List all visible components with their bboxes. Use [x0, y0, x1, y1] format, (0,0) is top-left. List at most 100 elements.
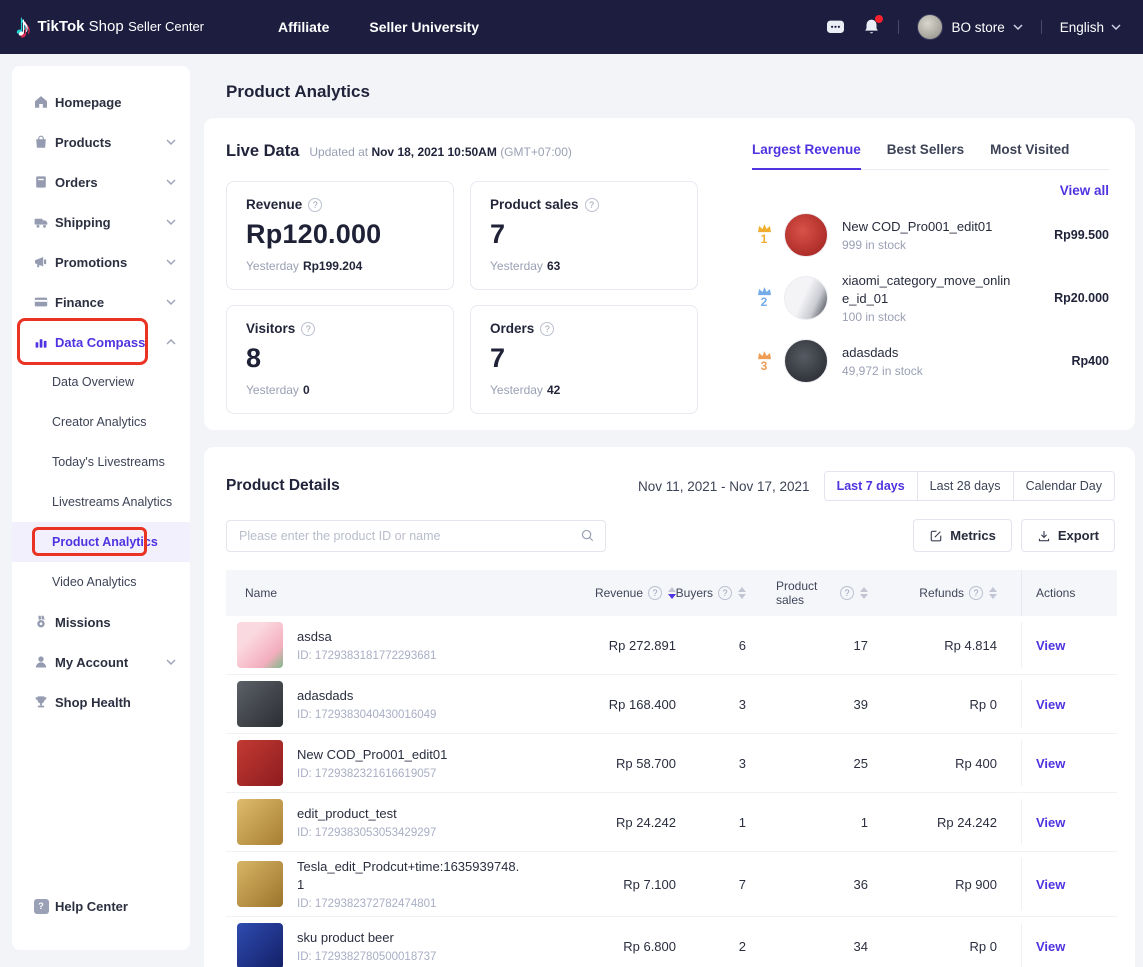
sidebar-subitem-data-overview[interactable]: Data Overview	[12, 362, 190, 402]
range-calendar-day-button[interactable]: Calendar Day	[1013, 472, 1114, 500]
revenue-cell: Rp 168.400	[526, 697, 676, 712]
sidebar-item-shipping[interactable]: Shipping	[12, 202, 190, 242]
tab-largest-revenue[interactable]: Largest Revenue	[752, 142, 861, 170]
view-link[interactable]: View	[1036, 638, 1065, 653]
product-details-title: Product Details	[226, 477, 340, 495]
tab-best-sellers[interactable]: Best Sellers	[887, 142, 964, 169]
sidebar-item-homepage[interactable]: Homepage	[12, 82, 190, 122]
view-link[interactable]: View	[1036, 877, 1065, 892]
table-row: New COD_Pro001_edit01 ID: 17293823216166…	[226, 734, 1117, 793]
ranking-item[interactable]: 1 New COD_Pro001_edit01 999 in stock Rp9…	[752, 213, 1109, 257]
product-id: ID: 1729383040430016049	[297, 709, 436, 721]
layout: Homepage Products Orders Shipping Promot…	[0, 54, 1143, 967]
question-circle-icon[interactable]: ?	[308, 198, 322, 212]
stat-value: 7	[490, 343, 678, 374]
sidebar-item-orders[interactable]: Orders	[12, 162, 190, 202]
chat-icon[interactable]	[826, 19, 845, 36]
column-header-actions: Actions	[1021, 570, 1117, 616]
column-header-product-sales[interactable]: Product sales?	[776, 570, 896, 616]
topbar-nav: Affiliate Seller University	[278, 19, 479, 35]
revenue-cell: Rp 24.242	[526, 815, 676, 830]
refunds-cell: Rp 0	[896, 697, 1021, 712]
sidebar-subitem-product-analytics[interactable]: Product Analytics	[12, 522, 190, 562]
column-header-revenue[interactable]: Revenue?	[526, 570, 676, 616]
export-button[interactable]: Export	[1021, 519, 1115, 552]
sidebar-subitem-creator-analytics[interactable]: Creator Analytics	[12, 402, 190, 442]
table-body: asdsa ID: 1729383181772293681 Rp 272.891…	[226, 616, 1117, 967]
view-all-link[interactable]: View all	[752, 183, 1109, 198]
nav-affiliate[interactable]: Affiliate	[278, 19, 329, 35]
sort-carets[interactable]	[738, 587, 746, 599]
product-stock: 999 in stock	[842, 238, 1012, 252]
person-icon	[33, 654, 49, 670]
product-cell: asdsa ID: 1729383181772293681	[226, 622, 526, 668]
sidebar-item-finance[interactable]: Finance	[12, 282, 190, 322]
notification-bell-icon[interactable]	[863, 18, 880, 36]
sidebar-item-data-compass[interactable]: Data Compass	[12, 322, 190, 362]
sort-carets[interactable]	[860, 587, 868, 599]
buyers-cell: 2	[676, 939, 776, 954]
sidebar-subitem-livestreams-analytics[interactable]: Livestreams Analytics	[12, 482, 190, 522]
sidebar-subitem-video-analytics[interactable]: Video Analytics	[12, 562, 190, 602]
range-last-7-days-button[interactable]: Last 7 days	[825, 472, 917, 500]
view-link[interactable]: View	[1036, 756, 1065, 771]
ranking-panel: Largest Revenue Best Sellers Most Visite…	[752, 142, 1109, 404]
range-last-28-days-button[interactable]: Last 28 days	[917, 472, 1013, 500]
metrics-button[interactable]: Metrics	[913, 519, 1012, 552]
column-label: Buyers	[676, 586, 713, 600]
ranking-item[interactable]: 3 adasdads 49,972 in stock Rp400	[752, 339, 1109, 383]
search-icon[interactable]	[580, 528, 595, 543]
store-menu[interactable]: BO store	[917, 14, 1022, 40]
medal-icon	[33, 614, 49, 630]
language-menu[interactable]: English	[1060, 20, 1121, 35]
export-label: Export	[1058, 528, 1099, 543]
ranking-item[interactable]: 2 xiaomi_category_move_online_id_01 100 …	[752, 272, 1109, 324]
sidebar-item-missions[interactable]: Missions	[12, 602, 190, 642]
sidebar-item-help-center[interactable]: ? Help Center	[12, 886, 190, 926]
view-link[interactable]: View	[1036, 939, 1065, 954]
column-header-buyers[interactable]: Buyers?	[676, 570, 776, 616]
sidebar-item-my-account[interactable]: My Account	[12, 642, 190, 682]
sidebar-item-products[interactable]: Products	[12, 122, 190, 162]
refunds-cell: Rp 900	[896, 877, 1021, 892]
nav-seller-university[interactable]: Seller University	[369, 19, 479, 35]
table-header: Name Revenue? Buyers? Product sales? Ref…	[226, 570, 1117, 616]
stat-value: 7	[490, 219, 678, 250]
sidebar-label: Homepage	[52, 95, 176, 110]
view-link[interactable]: View	[1036, 815, 1065, 830]
question-circle-icon[interactable]: ?	[540, 322, 554, 336]
range-segmented-control: Last 7 days Last 28 days Calendar Day	[824, 471, 1115, 501]
app-window: ♪ TikTok Shop Seller Center Affiliate Se…	[0, 0, 1143, 967]
sort-carets[interactable]	[989, 587, 997, 599]
sidebar-label: Products	[52, 135, 166, 150]
actions-cell: View	[1021, 622, 1117, 668]
main-content: Product Analytics Live Data Updated at N…	[204, 66, 1135, 967]
product-thumbnail	[237, 799, 283, 845]
column-header-refunds[interactable]: Refunds?	[896, 570, 1021, 616]
question-circle-icon[interactable]: ?	[648, 586, 662, 600]
product-name: New COD_Pro001_edit01	[842, 218, 1012, 236]
question-circle-icon[interactable]: ?	[718, 586, 732, 600]
tab-most-visited[interactable]: Most Visited	[990, 142, 1069, 169]
trophy-icon	[33, 694, 49, 710]
view-link[interactable]: View	[1036, 697, 1065, 712]
sidebar-item-shop-health[interactable]: Shop Health	[12, 682, 190, 722]
logo-shop: Shop	[89, 18, 124, 35]
product-search-input[interactable]	[239, 529, 580, 543]
product-id: ID: 1729382780500018737	[297, 951, 436, 963]
store-name: BO store	[951, 20, 1004, 35]
sidebar-subitem-todays-livestreams[interactable]: Today's Livestreams	[12, 442, 190, 482]
actions-cell: View	[1021, 681, 1117, 727]
chevron-down-icon	[166, 659, 176, 665]
question-circle-icon[interactable]: ?	[585, 198, 599, 212]
question-circle-icon[interactable]: ?	[301, 322, 315, 336]
question-circle-icon[interactable]: ?	[840, 586, 854, 600]
logo-text: TikTok Shop Seller Center	[38, 18, 205, 36]
tiktok-shop-logo[interactable]: ♪ TikTok Shop Seller Center	[16, 13, 204, 42]
sidebar-item-promotions[interactable]: Promotions	[12, 242, 190, 282]
product-id: ID: 1729382321616619057	[297, 768, 447, 780]
question-circle-icon[interactable]: ?	[969, 586, 983, 600]
live-data-updated: Updated at Nov 18, 2021 10:50AM (GMT+07:…	[309, 145, 572, 159]
stat-label: Visitors	[246, 321, 295, 336]
date-range: Nov 11, 2021 - Nov 17, 2021	[638, 479, 810, 494]
